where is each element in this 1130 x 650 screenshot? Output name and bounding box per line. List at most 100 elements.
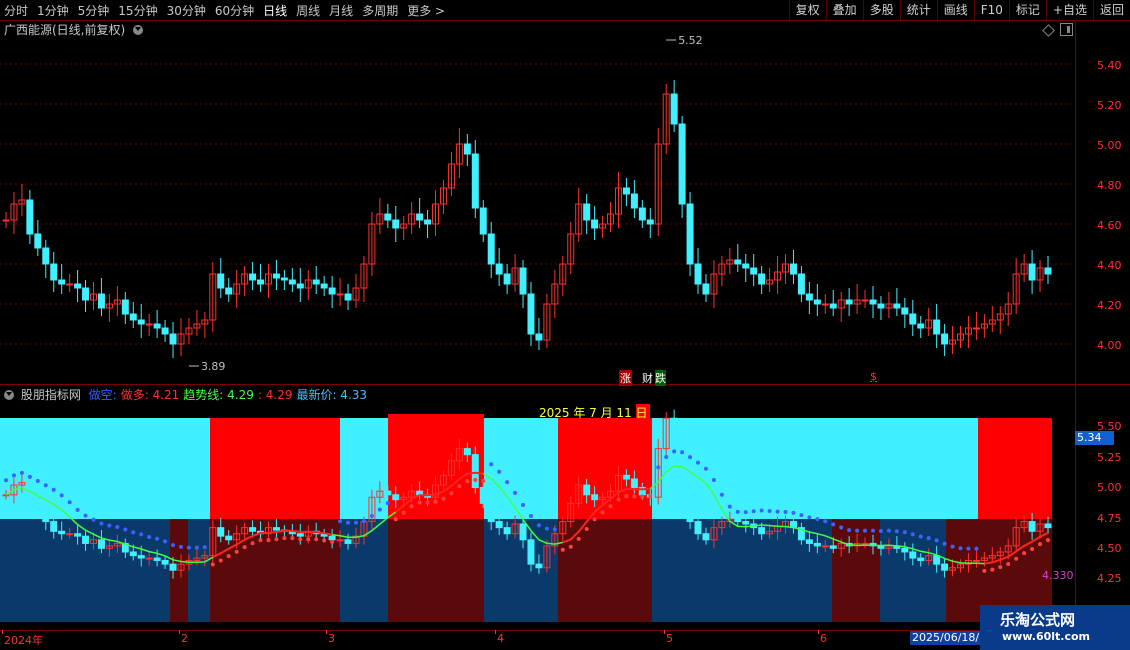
candle-body [734, 259, 742, 265]
candle-body [527, 293, 535, 335]
short-dot [863, 528, 868, 533]
candle-body [750, 267, 758, 275]
period-tab-5[interactable]: 60分钟 [215, 2, 254, 19]
period-tab-9[interactable]: 多周期 [362, 2, 398, 19]
x-tick: 2024年 [4, 634, 43, 647]
x-tick-mark [664, 630, 665, 634]
tool-button-5[interactable]: F10 [973, 0, 1009, 20]
x-tick-mark [326, 630, 327, 634]
candle-body [893, 303, 901, 309]
candle-body [225, 287, 233, 295]
short-dot [735, 509, 740, 514]
period-tab-0[interactable]: 分时 [4, 2, 28, 19]
tool-button-6[interactable]: 标记 [1008, 0, 1046, 20]
period-tab-7[interactable]: 周线 [296, 2, 320, 19]
long-dot [266, 538, 271, 543]
long-dot [449, 491, 454, 496]
short-dot [155, 536, 160, 541]
period-tab-3[interactable]: 15分钟 [118, 2, 157, 19]
candle-body [789, 263, 797, 275]
short-dot [115, 524, 120, 529]
short-dot [369, 514, 374, 519]
candle-body [758, 273, 766, 285]
candle-body [121, 299, 129, 315]
long-dot [234, 549, 239, 554]
short-dot [847, 528, 852, 533]
short-dot [552, 527, 557, 532]
period-toolbar: 分时 1分钟 5分钟 15分钟 30分钟 60分钟 日线 周线 月线 多周期 更多 > 复权 叠加 多股… [0, 0, 1130, 21]
indicator-candle-body [694, 521, 702, 535]
candle-body [829, 303, 837, 309]
indicator-candle-body [519, 523, 527, 541]
tool-button-0[interactable]: 复权 [788, 0, 826, 20]
indicator-candle-body [58, 530, 66, 535]
indicator-candle-body [392, 494, 400, 501]
short-dot [528, 514, 533, 519]
period-tab-4[interactable]: 30分钟 [167, 2, 206, 19]
indicator-candle-body [734, 518, 742, 523]
candle-body [1044, 267, 1052, 275]
short-dot [958, 546, 963, 551]
tool-button-2[interactable]: 多股 [862, 0, 900, 20]
indicator-candle-body [821, 545, 829, 548]
short-dot [767, 508, 772, 513]
signal-finance: 财 [642, 372, 653, 385]
indicator-candle-body [702, 533, 710, 541]
indicator-item-2: 趋势线: 4.29 [183, 388, 254, 402]
period-tab-10[interactable]: 更多 > [407, 2, 445, 19]
tool-button-3[interactable]: 统计 [899, 0, 937, 20]
period-tab-6[interactable]: 日线 [263, 2, 287, 19]
indicator-candle-body [34, 502, 42, 513]
indicator-tick: 5.25 [1097, 451, 1122, 464]
candle-body [280, 277, 288, 281]
tool-button-4[interactable]: 画线 [936, 0, 974, 20]
candle-body [312, 279, 320, 285]
short-dot [934, 538, 939, 543]
short-dot [171, 543, 176, 548]
tool-button-7[interactable]: +自选 [1045, 0, 1093, 20]
long-dot [568, 544, 573, 549]
short-dot [719, 492, 724, 497]
candle-body [519, 267, 527, 295]
indicator-item-3: : 4.29 [257, 388, 293, 402]
long-dot [1006, 561, 1011, 566]
period-tab-8[interactable]: 月线 [329, 2, 353, 19]
long-dot [473, 478, 478, 483]
short-dot [751, 509, 756, 514]
long-dot [998, 565, 1003, 570]
tool-button-8[interactable]: 返回 [1092, 0, 1130, 20]
short-dot [346, 520, 351, 525]
x-tick: 4 [497, 632, 504, 645]
candle-body [622, 187, 630, 195]
candle-body [320, 283, 328, 289]
period-tab-1[interactable]: 1分钟 [37, 2, 69, 19]
indicator-candle-body [384, 490, 392, 496]
tool-button-1[interactable]: 叠加 [825, 0, 863, 20]
candle-body [471, 153, 479, 209]
indicator-title: 股朋指标网 做空: 做多: 4.21 趋势线: 4.29: 4.29 最新价: 4.3… [4, 386, 367, 403]
signal-fall: 跌 [655, 370, 666, 386]
indicator-candle-body [97, 539, 105, 549]
candle-body [877, 303, 885, 309]
indicator-candle-body [622, 474, 630, 480]
indicator-tick: 4.50 [1097, 542, 1122, 555]
indicator-top-block [978, 418, 1052, 519]
indicator-candle-body [909, 551, 917, 559]
short-dot [19, 470, 24, 475]
long-dot [1038, 542, 1043, 547]
indicator-bottom-block [880, 519, 904, 622]
short-dot [505, 480, 510, 485]
long-dot [1022, 551, 1027, 556]
x-tick-mark [818, 630, 819, 634]
candle-body [74, 283, 82, 289]
short-dot [131, 530, 136, 535]
indicator-candle-body [630, 478, 638, 489]
short-dot [489, 462, 494, 467]
indicator-candle-body [249, 527, 257, 532]
chevron-down-icon[interactable] [4, 390, 14, 400]
period-tab-2[interactable]: 5分钟 [78, 2, 110, 19]
price-chart[interactable]: 5.52 3.89 [0, 20, 1075, 632]
short-dot [664, 454, 669, 459]
indicator-candle-body [129, 551, 137, 557]
candle-body [328, 287, 336, 295]
